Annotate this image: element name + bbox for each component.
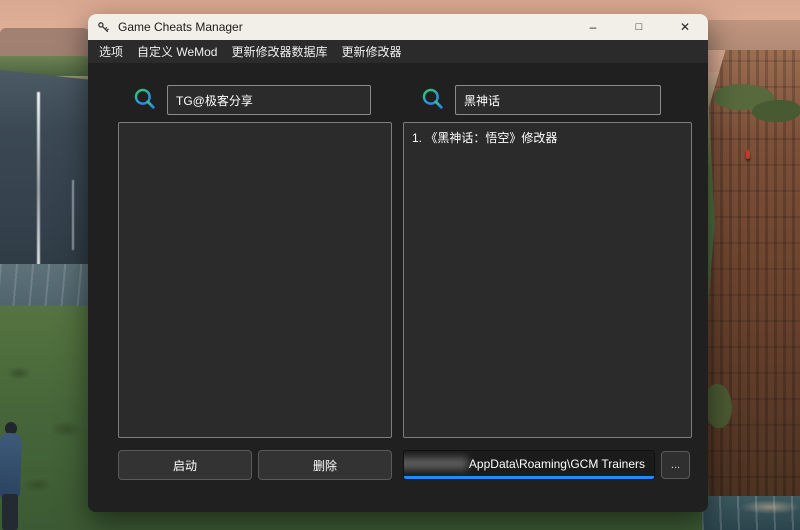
wallpaper-waterfall-small — [72, 180, 74, 250]
trainer-path-text: AppData\Roaming\GCM Trainers — [469, 457, 645, 471]
menu-item-options[interactable]: 选项 — [92, 40, 130, 63]
wallpaper-vegetation — [706, 384, 732, 428]
app-window: Game Cheats Manager – □ ✕ 选项 自定义 WeMod 更… — [88, 14, 708, 512]
wallpaper-green-cap — [752, 100, 800, 122]
redacted-username — [403, 457, 468, 470]
app-body: 1. 《黑神话：悟空》修改器 启动 删除 AppData\Roaming\GCM… — [88, 63, 708, 512]
figure-legs — [2, 494, 18, 530]
search-icon — [132, 86, 158, 117]
downloadable-search-input[interactable] — [167, 85, 371, 115]
minimize-button[interactable]: – — [570, 14, 616, 40]
trainer-search-input[interactable] — [455, 85, 661, 115]
menubar: 选项 自定义 WeMod 更新修改器数据库 更新修改器 — [88, 40, 708, 63]
titlebar[interactable]: Game Cheats Manager – □ ✕ — [88, 14, 708, 40]
menu-item-update-trainer-db[interactable]: 更新修改器数据库 — [224, 40, 334, 63]
delete-button[interactable]: 删除 — [258, 450, 392, 480]
browse-button[interactable]: ... — [661, 451, 690, 479]
trainer-path-field[interactable]: AppData\Roaming\GCM Trainers — [403, 450, 655, 480]
wallpaper-waterfall — [37, 92, 40, 268]
menu-item-custom-wemod[interactable]: 自定义 WeMod — [130, 40, 224, 63]
list-item[interactable]: 1. 《黑神话：悟空》修改器 — [404, 123, 691, 150]
wallpaper-red-climber — [746, 150, 750, 159]
menu-item-update-trainers[interactable]: 更新修改器 — [335, 40, 409, 63]
figure-body — [0, 433, 22, 498]
search-icon — [420, 86, 446, 117]
installed-trainers-list[interactable]: 1. 《黑神话：悟空》修改器 — [403, 122, 692, 438]
maximize-button[interactable]: □ — [616, 14, 662, 40]
window-controls: – □ ✕ — [570, 14, 708, 40]
wallpaper-sun-glow — [740, 500, 800, 514]
key-icon — [97, 20, 111, 34]
wallpaper-person-figure — [0, 406, 26, 530]
path-accent-underline — [404, 476, 654, 479]
launch-button[interactable]: 启动 — [118, 450, 252, 480]
close-button[interactable]: ✕ — [662, 14, 708, 40]
wallpaper-right-cliff — [702, 50, 800, 530]
window-title: Game Cheats Manager — [118, 20, 243, 34]
downloadable-trainers-list[interactable] — [118, 122, 392, 438]
wallpaper-river — [0, 264, 94, 308]
wallpaper-distant-mesa-left — [0, 28, 96, 58]
wallpaper-left-cliff — [0, 70, 94, 272]
